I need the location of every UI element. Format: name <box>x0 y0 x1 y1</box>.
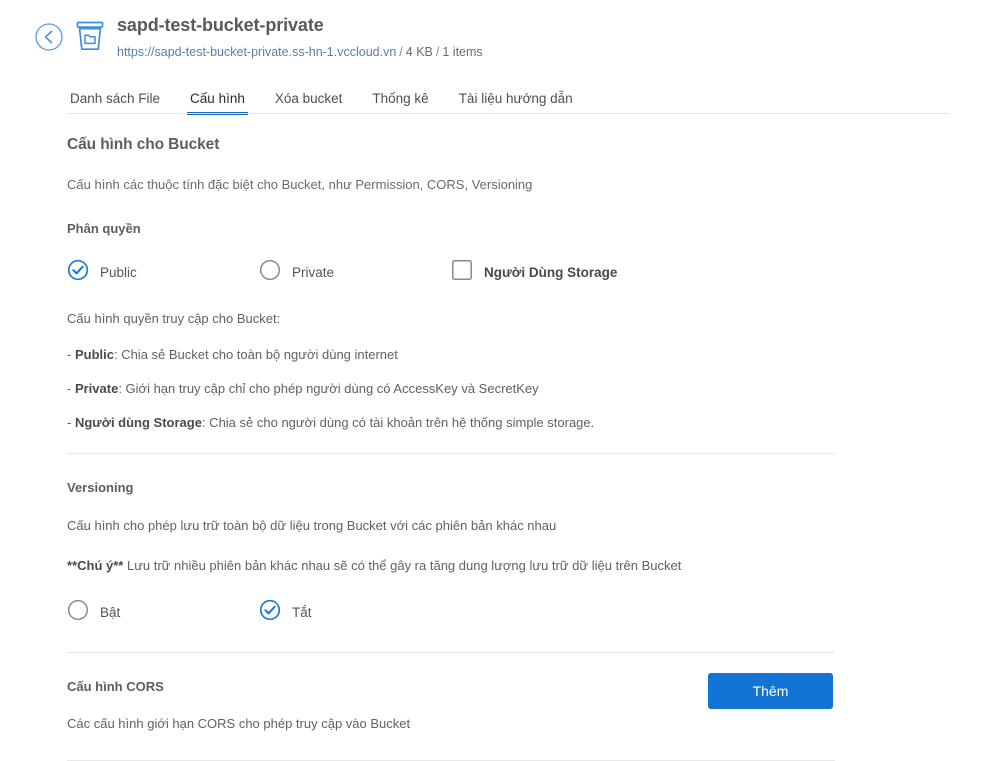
page-header: sapd-test-bucket-private https://sapd-te… <box>0 0 995 78</box>
bullet-term: Private <box>74 381 119 396</box>
permission-option-storage-user-label: Người Dùng Storage <box>484 265 618 280</box>
bullet-rest: : Giới hạn truy cập chỉ cho phép người d… <box>118 381 539 396</box>
page-title: sapd-test-bucket-private <box>117 15 324 35</box>
bullet-rest: : Chia sẻ Bucket cho toàn bộ người dùng … <box>113 347 398 362</box>
radio-checked-icon <box>259 599 281 626</box>
bullet-prefix: - <box>67 415 75 430</box>
tab-list: Danh sách File Cấu hình Xóa bucket Thống… <box>0 84 995 115</box>
bullet-term: Public <box>74 347 114 362</box>
permission-option-private[interactable]: Private <box>259 259 451 286</box>
meta-separator-2: / <box>435 45 440 59</box>
checkbox-unchecked-icon <box>451 259 473 286</box>
bucket-meta: https://sapd-test-bucket-private.ss-hn-1… <box>117 42 483 62</box>
permission-options: Public Private Người Dùng Storage <box>67 259 995 286</box>
header-text-block: sapd-test-bucket-private https://sapd-te… <box>117 14 483 62</box>
radio-checked-icon <box>67 259 89 286</box>
versioning-options: Bật Tắt <box>67 599 995 626</box>
tab-tai-lieu-huong-dan[interactable]: Tài liệu hướng dẫn <box>456 91 576 114</box>
permission-intro: Cấu hình quyền truy cập cho Bucket: <box>67 311 281 326</box>
bucket-item-count: 1 items <box>442 45 483 59</box>
back-arrow-icon[interactable] <box>34 22 64 52</box>
radio-unchecked-icon <box>67 599 89 626</box>
permission-option-public[interactable]: Public <box>67 259 259 286</box>
section-title: Cấu hình cho Bucket <box>67 136 220 153</box>
versioning-note-bold: **Chú ý** <box>67 558 124 573</box>
permission-bullet-public: - Public: Chia sẻ Bucket cho toàn bộ ngư… <box>67 346 995 364</box>
permission-group-label: Phân quyền <box>67 221 141 236</box>
tab-danh-sach-file[interactable]: Danh sách File <box>67 91 163 114</box>
versioning-option-on[interactable]: Bật <box>67 599 259 626</box>
permission-bullet-storage-user: - Người dùng Storage: Chia sẻ cho người … <box>67 414 995 432</box>
section-description: Cấu hình các thuộc tính đặc biệt cho Buc… <box>67 177 533 192</box>
permission-bullet-private: - Private: Giới hạn truy cập chỉ cho phé… <box>67 380 995 398</box>
meta-separator-1: / <box>399 45 403 59</box>
tab-xoa-bucket[interactable]: Xóa bucket <box>272 91 346 114</box>
versioning-group-label: Versioning <box>67 480 134 495</box>
bullet-term: Người dùng Storage <box>74 415 202 430</box>
tab-cau-hinh[interactable]: Cấu hình <box>187 91 248 115</box>
bucket-folder-icon <box>71 17 109 55</box>
bullet-prefix: - <box>67 381 75 396</box>
versioning-description: Cấu hình cho phép lưu trữ toàn bộ dữ liệ… <box>67 518 557 533</box>
versioning-note-rest: Lưu trữ nhiều phiên bản khác nhau sẽ có … <box>123 558 682 573</box>
bucket-size: 4 KB <box>405 45 433 59</box>
header-row: sapd-test-bucket-private https://sapd-te… <box>0 14 995 62</box>
cors-title: Cấu hình CORS <box>67 679 164 694</box>
divider-versioning <box>67 652 835 653</box>
bullet-prefix: - <box>67 347 75 362</box>
permission-option-private-label: Private <box>292 265 335 280</box>
versioning-option-off-label: Tắt <box>292 605 312 620</box>
tab-bar-divider <box>67 113 950 114</box>
permission-descriptions: Cấu hình quyền truy cập cho Bucket: - Pu… <box>67 310 995 432</box>
radio-unchecked-icon <box>259 259 281 286</box>
cors-section: Cấu hình CORS Các cấu hình giới hạn CORS… <box>67 673 995 733</box>
bucket-url[interactable]: https://sapd-test-bucket-private.ss-hn-1… <box>117 45 396 59</box>
bullet-rest: : Chia sẻ cho người dùng có tài khoản tr… <box>201 415 595 430</box>
versioning-note: **Chú ý** Lưu trữ nhiều phiên bản khác n… <box>67 557 995 575</box>
add-cors-button[interactable]: Thêm <box>708 673 833 709</box>
versioning-option-off[interactable]: Tắt <box>259 599 312 626</box>
tab-thong-ke[interactable]: Thống kê <box>369 91 431 114</box>
versioning-option-on-label: Bật <box>100 605 121 620</box>
config-content: Cấu hình cho Bucket Cấu hình các thuộc t… <box>0 114 995 761</box>
permission-option-storage-user[interactable]: Người Dùng Storage <box>451 259 617 286</box>
permission-option-public-label: Public <box>100 265 137 280</box>
divider-permission <box>67 453 835 454</box>
cors-description: Các cấu hình giới hạn CORS cho phép truy… <box>67 716 411 731</box>
tab-bar: Danh sách File Cấu hình Xóa bucket Thống… <box>0 84 995 115</box>
